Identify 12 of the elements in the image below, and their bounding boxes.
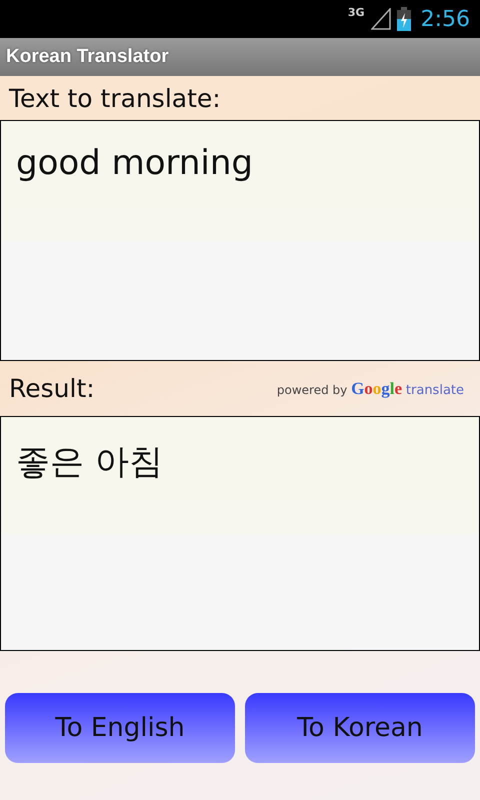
translate-button[interactable]: To Korean (245, 693, 475, 763)
translate-button[interactable]: To English (5, 693, 235, 763)
result-label: Result: (9, 374, 95, 403)
signal-icon (370, 8, 391, 30)
battery-icon (396, 7, 411, 31)
clock: 2:56 (420, 6, 470, 32)
network-type: 3G (348, 6, 365, 19)
app-title: Korean Translator (0, 38, 480, 76)
input-label: Text to translate: (9, 84, 221, 112)
result-box: 좋은 아침 (0, 416, 480, 651)
attribution-logo: powered by Google translate (276, 378, 464, 398)
input-field[interactable]: good morning (0, 120, 480, 361)
